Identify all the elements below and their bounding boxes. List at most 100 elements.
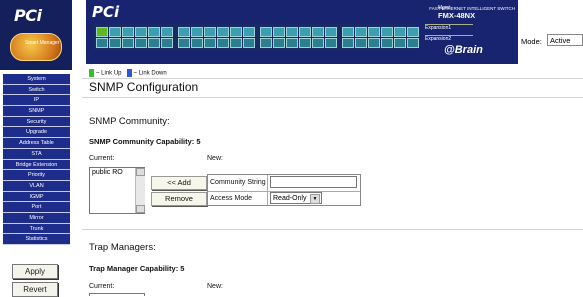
ethernet-port-icon[interactable]	[355, 27, 367, 37]
ethernet-port-icon[interactable]	[96, 38, 108, 48]
ethernet-port-icon[interactable]	[217, 27, 229, 37]
ethernet-port-icon[interactable]	[161, 27, 173, 37]
ethernet-port-icon[interactable]	[135, 38, 147, 48]
sidebar: PCi Smart Manager System Switch IP SNMP Secu…	[0, 0, 72, 297]
community-string-label: Community String	[210, 179, 266, 186]
trap-capability: Trap Manager Capability: 5	[89, 264, 185, 273]
sidebar-item-bridge-extension[interactable]: Bridge Extension	[3, 159, 70, 171]
ethernet-port-icon[interactable]	[191, 38, 203, 48]
revert-button[interactable]: Revert	[12, 282, 58, 297]
trap-new-label: New:	[207, 283, 223, 290]
ethernet-port-icon[interactable]	[260, 38, 272, 48]
ethernet-port-icon[interactable]	[96, 27, 108, 37]
ethernet-port-icon[interactable]	[122, 27, 134, 37]
sidebar-item-igmp[interactable]: IGMP	[3, 191, 70, 203]
sidebar-nav: System Switch IP SNMP Security Upgrade Address…	[3, 74, 70, 245]
scroll-up-icon[interactable]	[136, 168, 145, 176]
ethernet-port-icon[interactable]	[243, 38, 255, 48]
ethernet-port-icon[interactable]	[148, 38, 160, 48]
ethernet-port-icon[interactable]	[122, 38, 134, 48]
sidebar-item-statistics[interactable]: Statistics	[3, 234, 70, 245]
ethernet-port-icon[interactable]	[299, 27, 311, 37]
ethernet-port-icon[interactable]	[260, 27, 272, 37]
ethernet-port-icon[interactable]	[178, 38, 190, 48]
sidebar-item-mirror[interactable]: Mirror	[3, 212, 70, 224]
community-list-scrollbar[interactable]	[135, 168, 145, 213]
ethernet-port-icon[interactable]	[407, 27, 419, 37]
ethernet-port-icon[interactable]	[191, 27, 203, 37]
sidebar-item-snmp[interactable]: SNMP	[3, 106, 70, 117]
ethernet-port-icon[interactable]	[355, 38, 367, 48]
sidebar-item-sta[interactable]: STA	[3, 148, 70, 160]
ethernet-port-icon[interactable]	[109, 27, 121, 37]
sidebar-item-trunk[interactable]: Trunk	[3, 223, 70, 235]
ethernet-port-icon[interactable]	[161, 38, 173, 48]
ethernet-port-icon[interactable]	[273, 38, 285, 48]
divider	[82, 229, 583, 230]
ethernet-port-icon[interactable]	[230, 27, 242, 37]
ethernet-port-icon[interactable]	[204, 27, 216, 37]
device-header: PCi FAST ETHERNET INTELLIGENT SWITCH Mgm…	[86, 0, 583, 64]
mode-area: Mode: Active	[518, 0, 583, 64]
add-community-button[interactable]: << Add	[151, 176, 207, 190]
ethernet-port-icon[interactable]	[394, 27, 406, 37]
smart-manager-badge: Smart Manager	[10, 33, 62, 61]
trap-current-label: Current:	[89, 283, 115, 290]
ethernet-port-icon[interactable]	[148, 27, 160, 37]
link-up-swatch	[89, 69, 94, 77]
page-title: SNMP Configuration	[89, 80, 199, 94]
ethernet-port-icon[interactable]	[286, 38, 298, 48]
ethernet-port-icon[interactable]	[407, 38, 419, 48]
sidebar-item-upgrade[interactable]: Upgrade	[3, 127, 70, 139]
ethernet-port-icon[interactable]	[243, 27, 255, 37]
link-down-label: ~ Link Down	[133, 70, 167, 77]
ethernet-port-icon[interactable]	[368, 27, 380, 37]
community-heading: SNMP Community:	[89, 116, 170, 127]
sidebar-item-ip[interactable]: IP	[3, 95, 70, 107]
ethernet-port-icon[interactable]	[312, 38, 324, 48]
ethernet-port-icon[interactable]	[381, 38, 393, 48]
brain-logo: @Brain	[444, 44, 483, 56]
access-mode-select[interactable]: Read-Only ▼	[270, 192, 322, 204]
ethernet-port-icon[interactable]	[273, 27, 285, 37]
mode-select[interactable]: Active	[547, 34, 583, 46]
ethernet-port-icon[interactable]	[230, 38, 242, 48]
ethernet-port-icon[interactable]	[368, 38, 380, 48]
ethernet-port-icon[interactable]	[299, 38, 311, 48]
ethernet-port-icon[interactable]	[312, 27, 324, 37]
ethernet-port-icon[interactable]	[286, 27, 298, 37]
header-pci-logo: PCi	[92, 3, 120, 21]
community-new-label: New:	[207, 155, 223, 162]
ethernet-port-icon[interactable]	[135, 27, 147, 37]
ethernet-port-icon[interactable]	[381, 27, 393, 37]
expansion1-slot: Expansion1	[425, 24, 473, 34]
community-capability: SNMP Community Capability: 5	[89, 137, 201, 146]
chevron-down-icon[interactable]: ▼	[310, 194, 320, 204]
remove-community-button[interactable]: Remove	[151, 192, 207, 206]
apply-button[interactable]: Apply	[12, 264, 58, 279]
port-legend: ~ Link Up ~ Link Down	[89, 69, 167, 77]
ethernet-port-icon[interactable]	[342, 27, 354, 37]
ethernet-port-icon[interactable]	[325, 38, 337, 48]
ethernet-port-icon[interactable]	[204, 38, 216, 48]
sidebar-item-port[interactable]: Port	[3, 202, 70, 213]
ethernet-port-icon[interactable]	[217, 38, 229, 48]
sidebar-item-security[interactable]: Security	[3, 116, 70, 128]
mode-label: Mode:	[521, 37, 542, 46]
community-string-input[interactable]	[270, 176, 357, 188]
sidebar-item-address-table[interactable]: Address Table	[3, 138, 70, 149]
link-down-swatch	[126, 69, 132, 77]
ethernet-port-icon[interactable]	[342, 38, 354, 48]
scroll-down-icon[interactable]	[136, 205, 145, 213]
logo-area: PCi Smart Manager	[0, 0, 72, 70]
ethernet-port-icon[interactable]	[178, 27, 190, 37]
ethernet-port-icon[interactable]	[325, 27, 337, 37]
sidebar-item-vlan[interactable]: VLAN	[3, 180, 70, 192]
ethernet-port-icon[interactable]	[109, 38, 121, 48]
sidebar-item-switch[interactable]: Switch	[3, 84, 70, 96]
sidebar-item-system[interactable]: System	[3, 74, 70, 85]
ethernet-port-icon[interactable]	[394, 38, 406, 48]
access-mode-label: Access Mode	[210, 195, 253, 202]
pci-logo: PCi	[14, 6, 42, 25]
sidebar-item-priority[interactable]: Priority	[3, 170, 70, 181]
